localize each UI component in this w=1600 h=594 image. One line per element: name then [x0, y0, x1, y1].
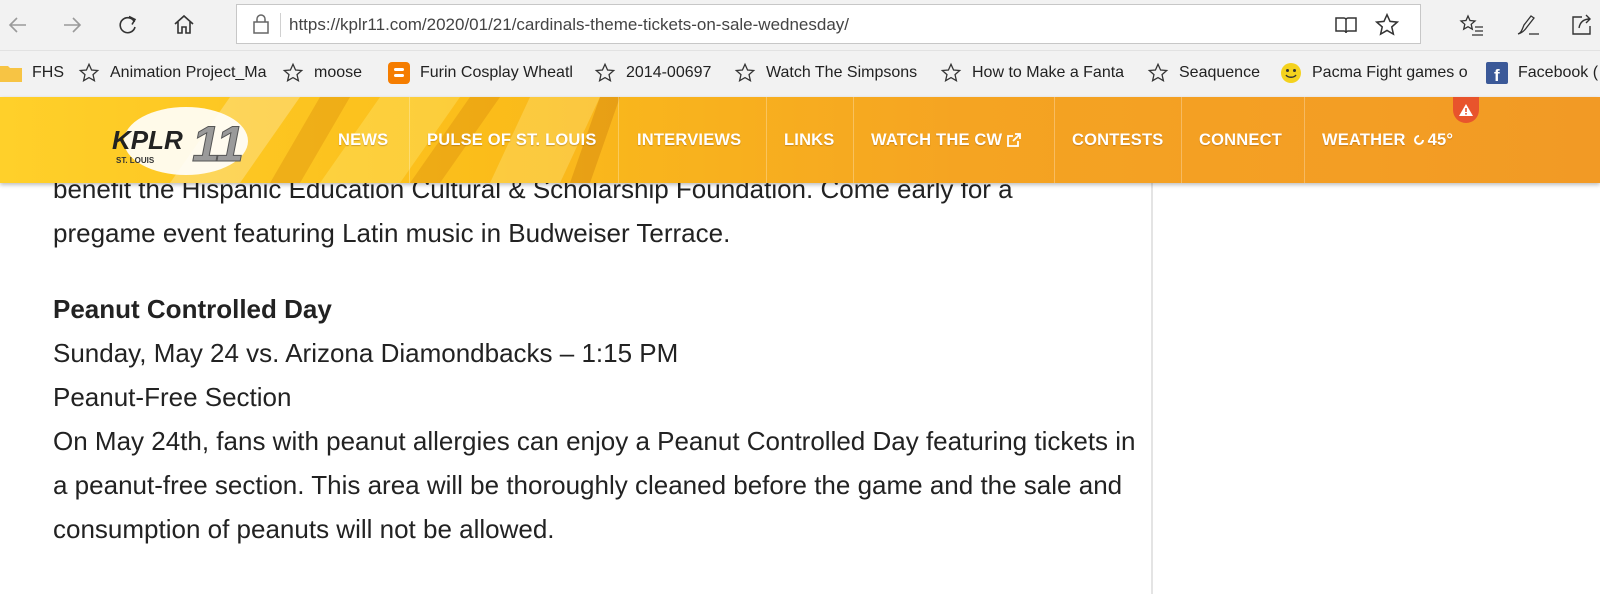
- refresh-icon[interactable]: [110, 8, 146, 42]
- nav-interviews[interactable]: INTERVIEWS: [637, 97, 741, 183]
- back-icon[interactable]: [0, 8, 36, 42]
- folder-icon: [0, 62, 22, 84]
- article-heading: Peanut Controlled Day: [53, 294, 332, 324]
- blogger-icon: [388, 62, 410, 84]
- bookmark-label: Watch The Simpsons: [766, 64, 918, 81]
- star-icon: [1147, 62, 1169, 84]
- nav-links[interactable]: LINKS: [784, 97, 835, 183]
- browser-toolbar: https://kplr11.com/2020/01/21/cardinals-…: [0, 0, 1600, 51]
- nav-watch-the-cw[interactable]: WATCH THE CW: [871, 97, 1022, 183]
- nav-connect[interactable]: CONNECT: [1199, 97, 1282, 183]
- article-paragraph-end: pregame event featuring Latin music in B…: [53, 218, 731, 248]
- svg-text:11: 11: [192, 116, 244, 172]
- bookmark-label: moose: [314, 64, 363, 81]
- facebook-icon: f: [1486, 62, 1508, 84]
- forward-icon[interactable]: [54, 8, 90, 42]
- bookmark-pacma-fight[interactable]: Pacma Fight games o: [1280, 62, 1468, 84]
- weather-icon: [1412, 133, 1426, 147]
- weather-temp: 45°: [1427, 130, 1454, 149]
- bookmark-facebook[interactable]: f Facebook (: [1486, 62, 1598, 84]
- favorites-hub-icon[interactable]: [1458, 12, 1486, 38]
- site-header: KPLR 11 ST. LOUIS NEWS PULSE OF ST. LOUI…: [0, 97, 1600, 183]
- share-icon[interactable]: [1568, 12, 1596, 38]
- bookmark-watch-simpsons[interactable]: Watch The Simpsons: [734, 62, 917, 84]
- favorites-bar: FHS Animation Project_Ma moose Furin Cos…: [0, 51, 1600, 97]
- bookmark-animation-project[interactable]: Animation Project_Ma: [78, 62, 267, 84]
- star-icon: [940, 62, 962, 84]
- bookmark-label: Facebook (: [1518, 64, 1599, 81]
- star-icon: [282, 62, 304, 84]
- home-icon[interactable]: [166, 8, 202, 42]
- bookmark-how-to-make-fanta[interactable]: How to Make a Fanta: [940, 62, 1124, 84]
- svg-text:ST. LOUIS: ST. LOUIS: [116, 156, 155, 165]
- article-body: benefit the Hispanic Education Cultural …: [53, 167, 1153, 551]
- nav-watch-the-cw-label: WATCH THE CW: [871, 130, 1003, 149]
- nav-pulse-of-st-louis[interactable]: PULSE OF ST. LOUIS: [427, 97, 597, 183]
- bookmark-label: 2014-00697: [626, 64, 712, 81]
- article-section: Peanut-Free Section: [53, 382, 292, 412]
- bookmark-label: Pacma Fight games o: [1312, 64, 1468, 81]
- nav-news[interactable]: NEWS: [338, 97, 388, 183]
- bookmark-fhs[interactable]: FHS: [0, 62, 64, 84]
- bookmark-moose[interactable]: moose: [282, 62, 362, 84]
- nav-contests[interactable]: CONTESTS: [1072, 97, 1163, 183]
- svg-text:KPLR: KPLR: [112, 125, 183, 155]
- svg-text:f: f: [1494, 66, 1500, 84]
- kplr-logo[interactable]: KPLR 11 ST. LOUIS: [106, 103, 251, 177]
- bookmark-seaquence[interactable]: Seaquence: [1147, 62, 1260, 84]
- bookmark-label: FHS: [32, 64, 64, 81]
- sidebar-divider: [1151, 183, 1153, 594]
- bookmark-label: Animation Project_Ma: [110, 64, 267, 81]
- external-link-icon: [1006, 132, 1022, 148]
- address-bar[interactable]: https://kplr11.com/2020/01/21/cardinals-…: [236, 4, 1421, 44]
- weather-alert-icon[interactable]: [1453, 97, 1479, 123]
- bookmark-label: How to Make a Fanta: [972, 64, 1125, 81]
- article-date-line: Sunday, May 24 vs. Arizona Diamondbacks …: [53, 338, 679, 368]
- bookmark-label: Seaquence: [1179, 64, 1260, 81]
- star-icon: [594, 62, 616, 84]
- lock-icon: [251, 13, 271, 40]
- favorite-star-icon[interactable]: [1374, 12, 1400, 43]
- nav-weather[interactable]: WEATHER 45°: [1322, 97, 1453, 183]
- bookmark-label: Furin Cosplay Wheatl: [420, 64, 573, 81]
- url-text[interactable]: https://kplr11.com/2020/01/21/cardinals-…: [289, 15, 849, 35]
- notes-pen-icon[interactable]: [1514, 12, 1542, 38]
- weather-label: WEATHER: [1322, 130, 1406, 149]
- reading-view-icon[interactable]: [1334, 13, 1358, 42]
- star-icon: [78, 62, 100, 84]
- bookmark-furin-cosplay[interactable]: Furin Cosplay Wheatl: [388, 62, 573, 84]
- smiley-icon: [1280, 62, 1302, 84]
- star-icon: [734, 62, 756, 84]
- article-paragraph: On May 24th, fans with peanut allergies …: [53, 426, 1136, 544]
- bookmark-2014-00697[interactable]: 2014-00697: [594, 62, 711, 84]
